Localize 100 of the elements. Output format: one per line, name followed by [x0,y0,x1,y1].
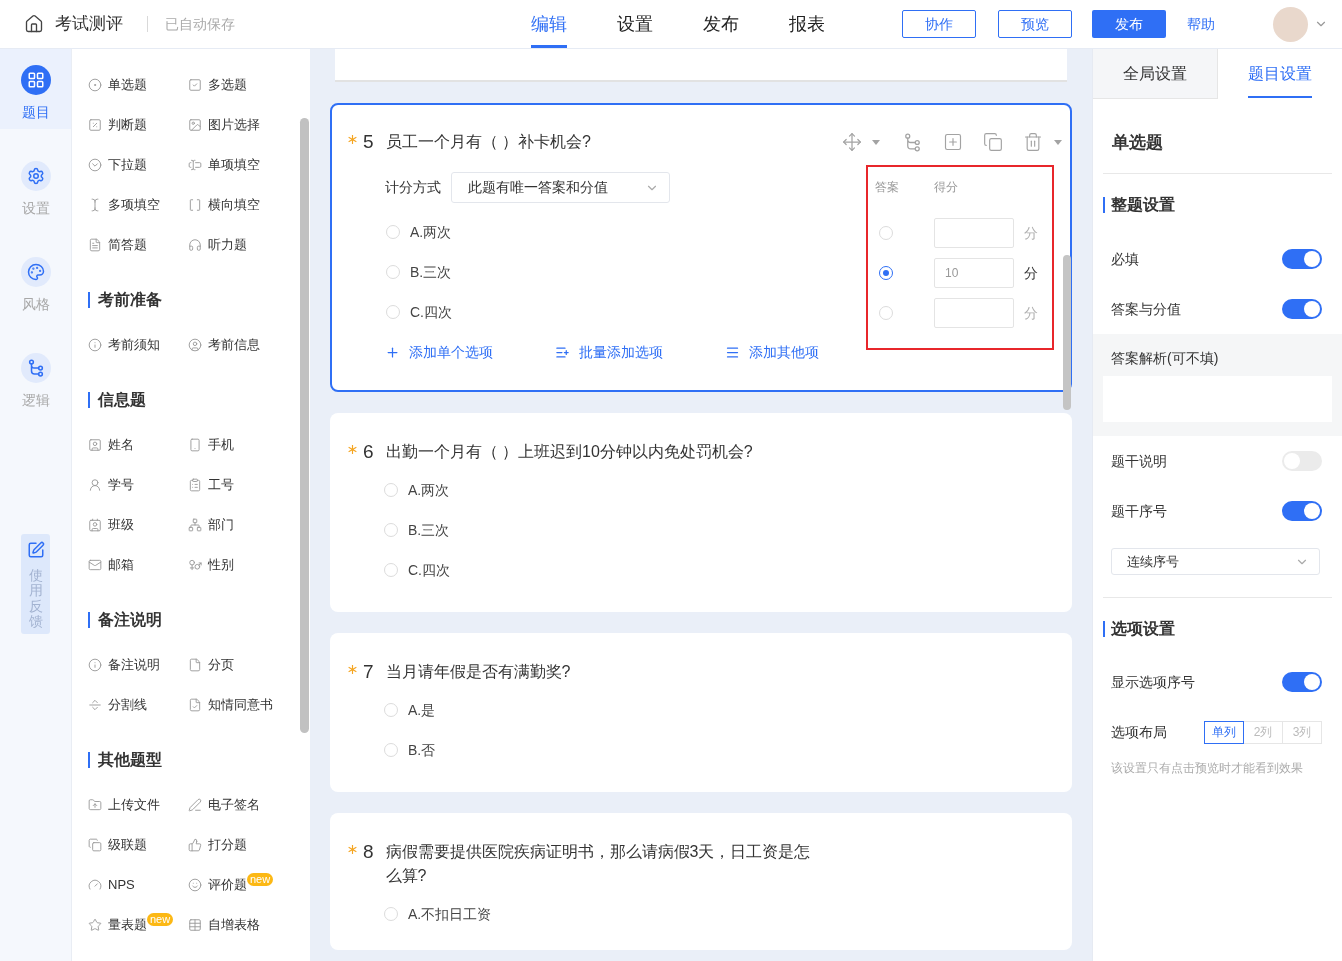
trash-icon[interactable] [1023,132,1043,152]
option-label: B.三次 [410,262,452,282]
action-link[interactable]: 批量添加选项 [555,341,663,363]
question-type-item[interactable]: 自增表格 [188,905,288,945]
question-type-item[interactable]: 下拉题 [88,145,188,185]
scrollbar[interactable] [1063,255,1071,410]
question-type-item[interactable]: 简答题 [88,225,188,265]
question-type-item[interactable]: 部门 [188,505,288,545]
action-link[interactable]: 添加单个选项 [385,341,493,363]
add-icon[interactable] [943,132,963,152]
question-title: 当月请年假是否有满勤奖? [385,662,571,682]
checkbox-icon [188,78,202,92]
section-title: 考前准备 [88,292,162,308]
question-type-item[interactable]: 图片选择 [188,105,288,145]
nav-tab[interactable]: 发布 [703,0,739,48]
question-type-item[interactable]: 单选题 [88,65,188,105]
new-badge: new [247,872,274,886]
panel-tab[interactable]: 全局设置 [1093,49,1218,99]
scoring-select[interactable]: 此题有唯一答案和分值 [451,172,670,203]
plus-icon [385,344,400,360]
question-type-item[interactable]: 班级 [88,505,188,545]
question-type-item[interactable]: 多项填空 [88,185,188,225]
question-card[interactable]: 8 病假需要提供医院疾病证明书，那么请病假3天，日工资是怎么算? A.不扣日工资 [330,813,1072,950]
question-type-item[interactable]: 手机 [188,425,288,465]
brackets-icon [188,198,202,212]
question-type-item[interactable]: 邮箱 [88,545,188,585]
field-label: 答案解析(可不填) [1110,349,1220,367]
question-type-item[interactable]: 考前须知 [88,325,188,365]
question-type-item[interactable]: 单项填空 [188,145,288,185]
list-plus-icon [555,344,570,360]
question-type-item[interactable]: 分割线 [88,685,188,725]
move-icon[interactable] [842,132,862,152]
rail-tab[interactable]: 题目 [0,49,71,129]
question-type-item[interactable]: 考前信息 [188,325,288,365]
primary-button[interactable]: 发布 [1092,10,1166,38]
option-label: A.是 [408,700,436,720]
radio-button[interactable] [879,266,893,280]
action-link[interactable]: 添加其他项 [725,341,819,363]
question-type-item[interactable]: 打分题 [188,825,288,865]
question-type-item[interactable]: 工号 [188,465,288,505]
divider-icon [88,698,102,712]
phone-icon [188,438,202,452]
question-type-item[interactable]: 上传文件 [88,785,188,825]
text-cursor-icon [188,158,202,172]
document-check-icon [188,698,202,712]
palette-icon [20,257,51,287]
caret-icon[interactable] [872,139,880,145]
home-icon[interactable] [24,14,44,34]
segment-option[interactable]: 单列 [1204,720,1244,744]
setting-label: 题干序号 [1111,501,1167,521]
scrollbar[interactable] [300,118,309,733]
gauge-icon [88,878,102,892]
score-field[interactable] [934,298,1014,328]
caret-icon[interactable] [1054,139,1062,145]
question-type-item[interactable]: 级联题 [88,825,188,865]
question-type-item[interactable]: 学号 [88,465,188,505]
help-link[interactable]: 帮助 [1187,14,1215,34]
user-icon [88,478,102,492]
toggle-switch[interactable] [1282,299,1322,319]
branch-icon[interactable] [903,132,922,152]
question-type-item[interactable]: 备注说明 [88,645,188,685]
question-title: 员工一个月有（ ）补卡机会? [385,132,591,152]
toggle-switch[interactable] [1282,672,1322,692]
question-title: 病假需要提供医院疾病证明书，那么请病假3天，日工资是怎么算? [385,842,812,886]
question-card[interactable]: 5 员工一个月有（ ）补卡机会? 计分方式 此题有唯一答案和分值 A.两次 B.三次 C.四次 添加单个选项 批量添加选项 添加其他项 答案 得分 分 10 分 分 [330,103,1072,392]
setting-label: 选项布局 [1111,722,1167,742]
nav-tab[interactable]: 设置 [617,0,653,48]
question-type-item[interactable]: 性别 [188,545,288,585]
question-type-item[interactable]: 量表题 new [88,905,188,945]
question-type-item[interactable]: 评价题 new [188,865,288,905]
question-type-item[interactable]: NPS [88,865,188,905]
setting-label: 答案与分值 [1111,299,1181,319]
user-circle-icon [188,338,202,352]
secondary-button[interactable]: 协作 [902,10,976,38]
question-number: 6 [363,440,374,464]
question-type-item[interactable]: 听力题 [188,225,288,265]
avatar-placeholder[interactable] [1273,6,1308,42]
section-title: 备注说明 [88,612,162,628]
toggle-switch[interactable] [1282,501,1322,521]
section-title: 整题设置 [1103,197,1175,213]
secondary-button[interactable]: 预览 [998,10,1072,38]
question-type-item[interactable]: 多选题 [188,65,288,105]
question-title: 出勤一个月有（ ）上班迟到10分钟以内免处罚机会? [385,442,753,462]
nav-tab[interactable]: 报表 [789,0,825,48]
numbering-select[interactable]: 连续序号 [1111,548,1320,575]
edit-icon [26,541,45,559]
question-type-item[interactable]: 知情同意书 [188,685,288,725]
question-type-item[interactable]: 判断题 [88,105,188,145]
copy-icon[interactable] [983,132,1003,152]
info-icon [88,338,102,352]
toggle-switch[interactable] [1282,249,1322,269]
question-type-item[interactable]: 分页 [188,645,288,685]
hint-text: 该设置只有点击预览时才能看到效果 [1110,760,1304,776]
save-status: 已自动保存 [165,14,235,34]
option-label: B.三次 [408,520,450,540]
score-field[interactable] [934,218,1014,248]
question-type-item[interactable]: 电子签名 [188,785,288,825]
question-number: 8 [363,840,374,864]
question-type-item[interactable]: 姓名 [88,425,188,465]
question-type-item[interactable]: 横向填空 [188,185,288,225]
